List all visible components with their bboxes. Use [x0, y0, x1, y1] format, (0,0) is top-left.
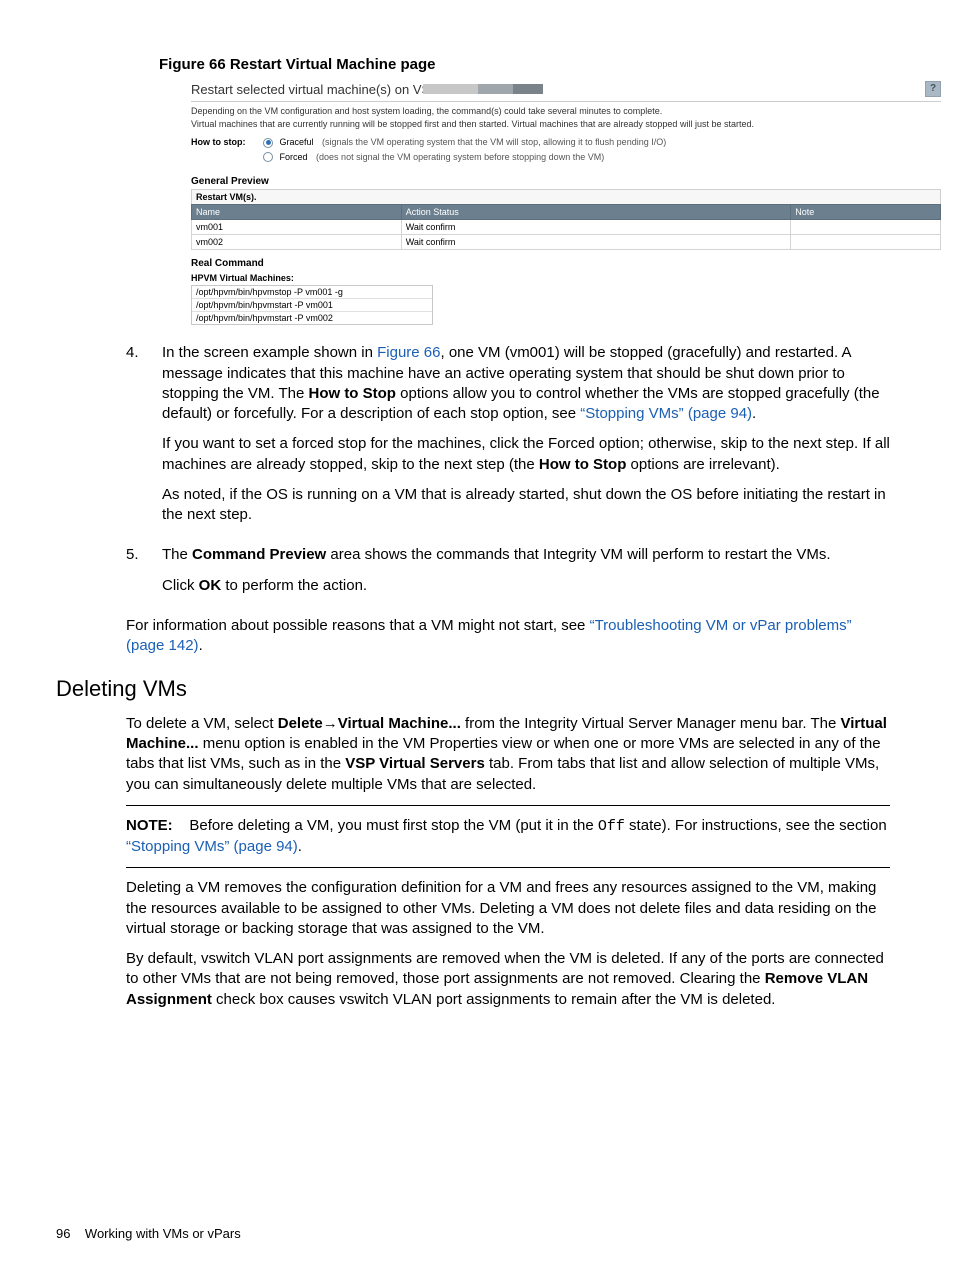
table-row: vm001 Wait confirm — [192, 220, 941, 235]
step5-para1: The Command Preview area shows the comma… — [162, 545, 890, 565]
deleting-para2: Deleting a VM removes the configuration … — [126, 878, 890, 939]
cell-name: vm002 — [192, 235, 402, 250]
stopping-vms-link-2[interactable]: “Stopping VMs” (page 94) — [126, 838, 298, 855]
graceful-option-label: Graceful — [280, 137, 314, 147]
th-note: Note — [791, 205, 941, 220]
titlebar-text: Restart selected virtual machine(s) on V… — [191, 82, 439, 97]
how-to-stop-label: How to stop: — [191, 137, 263, 166]
forced-radio[interactable] — [263, 152, 273, 162]
cell-name: vm001 — [192, 220, 402, 235]
deleting-para1: To delete a VM, select Delete→Virtual Ma… — [126, 714, 890, 795]
general-preview-heading: General Preview — [191, 176, 941, 187]
table-row: vm002 Wait confirm — [192, 235, 941, 250]
command-line: /opt/hpvm/bin/hpvmstop -P vm001 -g — [192, 286, 432, 298]
off-state-code: Off — [598, 818, 625, 835]
page-footer: 96 Working with VMs or vPars — [56, 1226, 241, 1241]
deleting-para3: By default, vswitch VLAN port assignment… — [126, 949, 890, 1010]
titlebar-decor — [423, 84, 553, 94]
how-to-stop-section: How to stop: Graceful (signals the VM op… — [191, 137, 941, 166]
step4-para1: In the screen example shown in Figure 66… — [162, 343, 890, 424]
note-block: NOTE: Before deleting a VM, you must fir… — [126, 816, 890, 858]
th-action-status: Action Status — [401, 205, 790, 220]
desc-line-2: Virtual machines that are currently runn… — [191, 119, 941, 129]
screenshot-titlebar: Restart selected virtual machine(s) on V… — [191, 81, 941, 99]
step-number-4: 4. — [126, 343, 162, 535]
page-number: 96 — [56, 1226, 70, 1241]
real-command-heading: Real Command — [191, 258, 941, 269]
deleting-vms-heading: Deleting VMs — [56, 674, 890, 704]
command-line: /opt/hpvm/bin/hpvmstart -P vm002 — [192, 311, 432, 324]
stopping-vms-link[interactable]: “Stopping VMs” (page 94) — [580, 405, 752, 422]
figure-caption: Figure 66 Restart Virtual Machine page — [159, 56, 890, 73]
preview-table: Name Action Status Note vm001 Wait confi… — [191, 204, 941, 250]
hpvm-machines-label: HPVM Virtual Machines: — [191, 273, 941, 283]
cell-note — [791, 220, 941, 235]
footer-title: Working with VMs or vPars — [85, 1226, 241, 1241]
graceful-radio[interactable] — [263, 138, 273, 148]
step5-para2: Click OK to perform the action. — [162, 576, 890, 596]
desc-line-1: Depending on the VM configuration and ho… — [191, 106, 941, 116]
cell-note — [791, 235, 941, 250]
command-line: /opt/hpvm/bin/hpvmstart -P vm001 — [192, 298, 432, 311]
help-icon[interactable]: ? — [925, 81, 941, 97]
restart-vms-subhead: Restart VM(s). — [191, 189, 941, 204]
note-rule-top — [126, 805, 890, 806]
th-name: Name — [192, 205, 402, 220]
step4-para3: As noted, if the OS is running on a VM t… — [162, 485, 890, 526]
forced-hint: (does not signal the VM operating system… — [316, 152, 604, 162]
step-number-5: 5. — [126, 545, 162, 606]
command-box: /opt/hpvm/bin/hpvmstop -P vm001 -g /opt/… — [191, 285, 433, 325]
troubleshooting-para: For information about possible reasons t… — [126, 616, 890, 657]
forced-option-label: Forced — [280, 152, 308, 162]
restart-vm-screenshot: Restart selected virtual machine(s) on V… — [191, 81, 941, 325]
cell-status: Wait confirm — [401, 235, 790, 250]
note-label: NOTE: — [126, 817, 173, 834]
note-rule-bottom — [126, 867, 890, 868]
figure-66-link[interactable]: Figure 66 — [377, 344, 440, 361]
graceful-hint: (signals the VM operating system that th… — [322, 137, 666, 147]
cell-status: Wait confirm — [401, 220, 790, 235]
step4-para2: If you want to set a forced stop for the… — [162, 434, 890, 475]
